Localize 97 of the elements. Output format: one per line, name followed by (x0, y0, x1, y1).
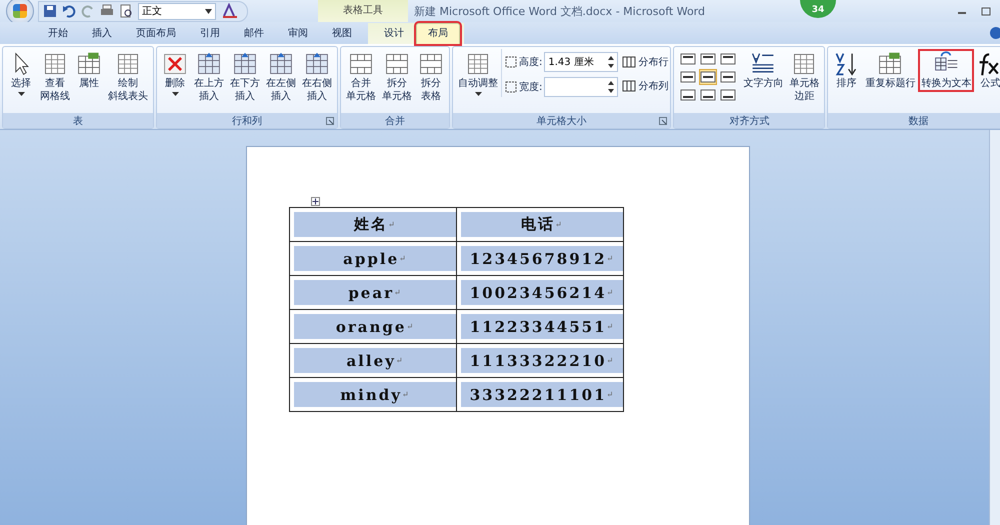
group-label: 数据 (908, 114, 928, 128)
restore-icon[interactable] (980, 6, 992, 16)
align-button[interactable] (699, 87, 718, 103)
ribbon-button[interactable]: 自动调整 (455, 49, 501, 98)
table-cell: 11133322210↵ (460, 348, 622, 373)
columns-icon (622, 80, 636, 92)
table-cell: 姓名↵ (294, 212, 456, 237)
ribbon-button[interactable]: 文字方向 (740, 49, 786, 92)
ribbon-tab[interactable]: 视图 (320, 23, 364, 44)
ribbon-tab[interactable]: 开始 (36, 23, 80, 44)
spinner-arrows-icon[interactable] (608, 81, 614, 93)
align-button[interactable] (679, 51, 698, 67)
count-badge: 34 (800, 0, 836, 18)
cell-size-icon (505, 81, 517, 93)
align-button[interactable] (719, 51, 738, 67)
ribbon-button[interactable]: 在下方 插入 (227, 49, 263, 105)
ribbon-tab[interactable]: 设计 (372, 23, 416, 44)
group-label: 对齐方式 (729, 114, 770, 128)
group-label: 合并 (385, 114, 405, 128)
save-icon[interactable] (43, 4, 57, 18)
table-icon (76, 51, 102, 77)
ribbon-button[interactable]: 转换为文本 (918, 49, 974, 92)
preview-icon[interactable] (119, 4, 133, 18)
table-grid-icon (42, 51, 68, 77)
ribbon-tab[interactable]: 邮件 (232, 23, 276, 44)
ribbon-button[interactable]: 属性 (73, 49, 105, 92)
columns-icon (622, 56, 636, 68)
table-grid-icon (465, 51, 491, 77)
field-label: 宽度: (519, 80, 542, 94)
styles-icon[interactable] (221, 3, 239, 19)
ribbon-button[interactable]: 公式 (974, 49, 1000, 92)
align-button[interactable] (679, 87, 698, 103)
ribbon-button[interactable]: 在右侧 插入 (299, 49, 335, 105)
help-icon[interactable] (988, 26, 1000, 40)
align-button[interactable] (679, 69, 698, 85)
table-cell: 12345678912↵ (460, 246, 622, 271)
merge-cells-icon (384, 51, 410, 77)
table-cell: 33322211101↵ (460, 382, 622, 407)
merge-cells-icon (348, 51, 374, 77)
ribbon-button[interactable]: 合并 单元格 (343, 49, 379, 105)
delete-icon (162, 51, 188, 77)
align-button[interactable] (699, 69, 718, 85)
group-label: 行和列 (232, 114, 262, 128)
ribbon-button[interactable]: 拆分 单元格 (379, 49, 415, 105)
group-label: 表 (73, 114, 83, 128)
field-label: 高度: (519, 56, 542, 69)
scrollbar[interactable] (989, 130, 1000, 525)
table-cell: pear↵ (294, 280, 456, 305)
distribute-button[interactable]: 分布列 (622, 79, 668, 93)
align-button[interactable] (719, 69, 738, 85)
caret-icon (205, 8, 212, 14)
table-cell: alley↵ (294, 348, 456, 373)
ribbon-button[interactable]: 查看 网格线 (37, 49, 73, 105)
spin-field[interactable] (544, 77, 618, 97)
ribbon-tab[interactable]: 页面布局 (124, 23, 188, 44)
table-move-handle-icon[interactable] (311, 197, 320, 206)
table-cell: 10023456214↵ (460, 280, 622, 305)
dialog-launcher-icon[interactable] (659, 117, 668, 125)
ribbon-button[interactable]: 单元格 边距 (786, 49, 822, 105)
insert-row-icon (196, 51, 222, 77)
table-cell: 电话↵ (460, 212, 622, 237)
group-label: 单元格大小 (536, 114, 587, 128)
distribute-button[interactable]: 分布行 (622, 55, 668, 69)
context-tab-title: 表格工具 (318, 0, 408, 22)
ribbon-tab[interactable]: 审阅 (276, 23, 320, 44)
undo-icon[interactable] (62, 4, 76, 18)
insert-row-icon (268, 51, 294, 77)
window-title: 新建 Microsoft Office Word 文档.docx - Microsoft Word (414, 4, 705, 18)
style-dropdown[interactable]: 正文 (138, 2, 216, 20)
spin-field[interactable]: 1.43 厘米 (544, 52, 618, 72)
table-cell: apple↵ (294, 246, 456, 271)
table-grid-icon (115, 51, 141, 77)
print-icon[interactable] (100, 4, 114, 18)
ribbon-button[interactable]: 排序 (830, 49, 862, 92)
merge-cells-icon (418, 51, 444, 77)
ribbon-tab[interactable]: 引用 (188, 23, 232, 44)
insert-row-icon (232, 51, 258, 77)
ribbon-button[interactable]: 绘制 斜线表头 (105, 49, 151, 105)
table-cell: orange↵ (294, 314, 456, 339)
cell-size-icon (505, 56, 517, 68)
table-icon (877, 51, 904, 77)
ribbon-button[interactable]: 重复标题行 (862, 49, 918, 92)
ribbon-button[interactable]: 删除 (159, 49, 191, 98)
spinner-arrows-icon[interactable] (608, 56, 614, 68)
ribbon-button[interactable]: 在左侧 插入 (263, 49, 299, 105)
insert-row-icon (304, 51, 330, 77)
ribbon-button[interactable]: 拆分 表格 (415, 49, 447, 105)
table-cell: mindy↵ (294, 382, 456, 407)
ribbon-button[interactable]: 选择 (5, 49, 37, 98)
formula-icon (977, 51, 1000, 77)
ribbon-tab[interactable]: 布局 (416, 23, 460, 44)
dialog-launcher-icon[interactable] (326, 117, 334, 125)
align-button[interactable] (719, 87, 738, 103)
table-cell: 11223344551↵ (460, 314, 622, 339)
ribbon-button[interactable]: 在上方 插入 (191, 49, 227, 105)
align-button[interactable] (699, 51, 718, 67)
ribbon-tab[interactable]: 插入 (80, 23, 124, 44)
